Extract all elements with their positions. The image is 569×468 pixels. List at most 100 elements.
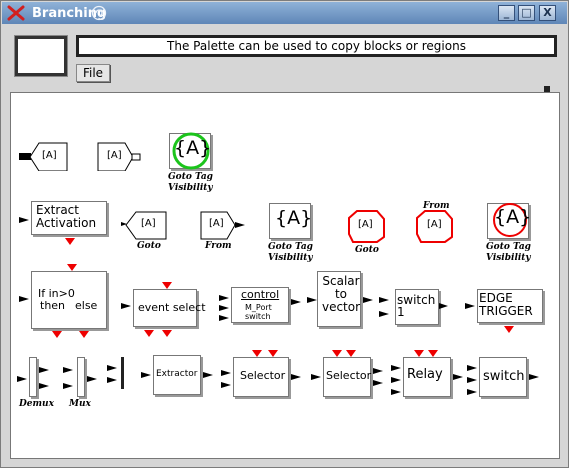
from-block-right[interactable]: [A]	[97, 141, 143, 171]
scalar-to-vector-block[interactable]: Scalar to vector	[307, 269, 373, 335]
goto-block-left[interactable]: [A]	[19, 141, 69, 171]
goto-block[interactable]: [A] Goto	[121, 211, 171, 257]
output-arrow-icon	[363, 297, 373, 303]
input-arrow-icon	[467, 389, 477, 395]
mux-label: Mux	[69, 399, 91, 409]
output-red-arrow-icon	[79, 331, 89, 338]
block-preview	[14, 35, 68, 77]
input-arrow-icon	[17, 376, 27, 382]
input-arrow-icon	[391, 389, 401, 395]
visibility-label: Goto Tag Visibility	[268, 242, 313, 263]
palette-window: Branching _ □ X The Palette can be used …	[0, 0, 569, 468]
switch1-text: switch 1	[397, 293, 436, 319]
visibility-block[interactable]: {A} Goto Tag Visibility	[267, 201, 327, 267]
maximize-button[interactable]: □	[518, 5, 535, 21]
output-red-arrow-icon	[52, 331, 62, 338]
visibility-green-text: {A}	[174, 137, 212, 159]
visibility-block-green[interactable]: {A} Goto Tag Visibility	[167, 131, 227, 193]
output-arrow-icon	[373, 368, 383, 374]
output-red-arrow-icon	[504, 326, 514, 333]
visibility-green-label: Goto Tag Visibility	[168, 172, 213, 193]
extractor-block[interactable]: Extractor	[141, 355, 215, 401]
output-red-arrow-icon	[65, 238, 75, 245]
relay-block[interactable]: Relay	[391, 349, 471, 405]
mport-switch-block[interactable]: control M_Port switch	[219, 285, 303, 329]
if-then-else-block[interactable]: If in>0 then else	[19, 261, 111, 341]
input-arrow-icon	[221, 382, 231, 388]
from-text: [A]	[209, 218, 224, 229]
output-red-arrow-icon	[162, 330, 172, 337]
swirl-icon	[91, 5, 107, 21]
input-arrow-icon	[19, 217, 29, 223]
input-arrow-icon	[467, 365, 477, 371]
palette-canvas[interactable]: [A] [A] {A} Goto Tag Visibility Extract …	[10, 92, 560, 459]
event-select-text: event select	[138, 301, 206, 314]
visibility-red-text: {A}	[494, 206, 532, 228]
input-arrow-icon	[121, 303, 131, 309]
ifthen-else: else	[75, 299, 98, 312]
output-red-arrow-icon	[144, 330, 154, 337]
visibility-block-red[interactable]: {A} Goto Tag Visibility	[485, 201, 545, 267]
selector2-text: Selector	[326, 369, 372, 382]
ifthen-then: then	[40, 299, 66, 312]
demux-label: Demux	[19, 399, 54, 409]
input-arrow-icon	[379, 311, 389, 317]
input-arrow-icon	[107, 365, 117, 371]
from-red-text: [A]	[427, 219, 442, 230]
output-arrow-icon	[291, 374, 301, 380]
from-shape	[200, 211, 245, 240]
event-select-block[interactable]: event select	[121, 281, 207, 341]
edge-trigger-block[interactable]: EDGE TRIGGER	[465, 289, 551, 337]
status-message: The Palette can be used to copy blocks o…	[76, 35, 557, 57]
goto-text: [A]	[141, 218, 156, 229]
switch1-block[interactable]: switch 1	[379, 289, 448, 331]
input-arrow-icon	[465, 303, 475, 309]
output-arrow-icon	[87, 376, 97, 382]
input-arrow-icon	[63, 367, 73, 373]
goto-left-text: [A]	[42, 150, 57, 161]
input-arrow-icon	[221, 370, 231, 376]
close-x-icon[interactable]	[7, 5, 25, 21]
input-arrow-icon	[467, 377, 477, 383]
extract-activation-block[interactable]: Extract Activation	[19, 201, 109, 251]
output-arrow-icon	[373, 380, 383, 386]
title-bar[interactable]: Branching _ □ X	[2, 2, 567, 24]
minimize-button[interactable]: _	[498, 5, 515, 21]
visibility-red-label: Goto Tag Visibility	[486, 242, 531, 263]
mport-sub1: M_Port	[245, 303, 272, 312]
toolbar: The Palette can be used to copy blocks o…	[6, 26, 564, 90]
goto-red-text: [A]	[358, 219, 373, 230]
from-block-red[interactable]: From [A]	[415, 199, 459, 247]
switch-block[interactable]: switch	[467, 357, 547, 407]
extract-text: Extract Activation	[36, 203, 97, 230]
input-arrow-icon	[391, 365, 401, 371]
mport-sub2: switch	[245, 312, 271, 321]
input-arrow-icon	[19, 296, 29, 302]
input-arrow-icon	[219, 305, 229, 311]
from-right-text: [A]	[107, 150, 122, 161]
input-arrow-icon	[107, 377, 117, 383]
file-menu-button[interactable]: File	[76, 64, 110, 82]
goto-block-red[interactable]: [A] Goto	[347, 209, 391, 257]
from-block[interactable]: [A] From	[199, 211, 249, 257]
from-label: From	[205, 241, 232, 251]
input-arrow-icon	[379, 297, 389, 303]
close-button[interactable]: X	[539, 5, 556, 21]
selector-block-1[interactable]: Selector	[221, 349, 303, 405]
selector-block-2[interactable]: Selector	[311, 349, 393, 405]
relay-text: Relay	[407, 367, 443, 382]
extractor-text: Extractor	[156, 369, 198, 379]
demux-block[interactable]: Demux	[17, 355, 57, 409]
selector1-text: Selector	[240, 369, 286, 382]
edge-text: EDGE TRIGGER	[479, 291, 533, 318]
visibility-text: {A}	[275, 207, 313, 229]
output-arrow-icon	[453, 374, 463, 380]
output-arrow-icon	[529, 374, 539, 380]
input-arrow-icon	[141, 372, 151, 378]
input-arrow-icon	[219, 295, 229, 301]
input-arrow-icon	[311, 374, 321, 380]
mport-title: control	[241, 288, 280, 301]
mux-block[interactable]: Mux	[63, 355, 103, 409]
scalar-text: Scalar to vector	[321, 274, 361, 314]
mux-small-block[interactable]	[107, 357, 127, 391]
